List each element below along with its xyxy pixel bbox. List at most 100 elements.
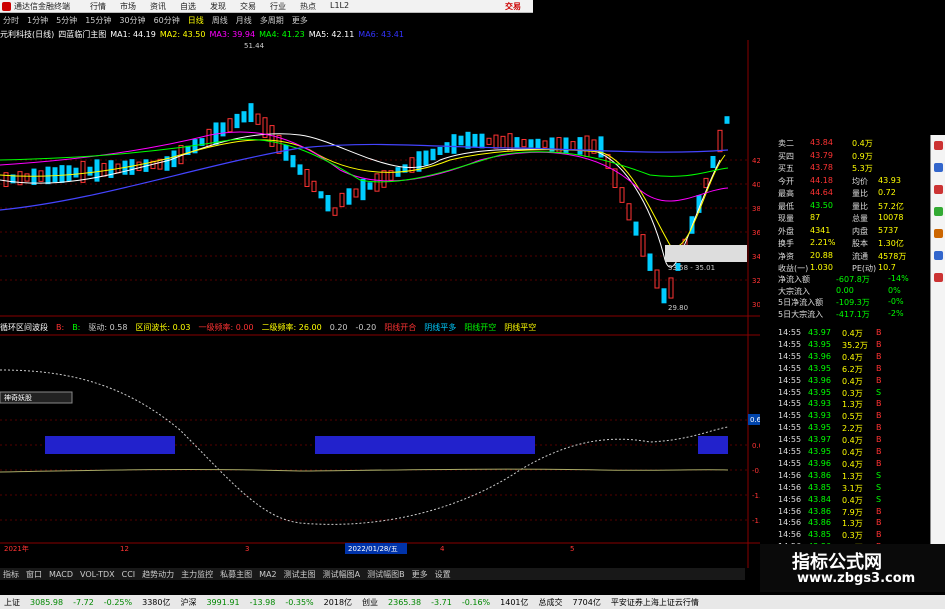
bottom-tab[interactable]: 测试幅图B — [367, 569, 405, 580]
period-tab[interactable]: 周线 — [212, 15, 228, 26]
trade-button[interactable]: 交易 — [505, 1, 521, 12]
bottom-tab[interactable]: CCI — [122, 570, 136, 579]
hs-index-name[interactable]: 沪深 — [180, 597, 196, 608]
period-tab[interactable]: 60分钟 — [154, 15, 180, 26]
osc-tick: -1.50 — [752, 517, 760, 525]
tool-icon[interactable] — [934, 185, 943, 194]
tick-volume: 0.4万 — [842, 459, 863, 469]
indicator-item: 0.20 — [329, 322, 348, 332]
tick-side: S — [876, 494, 882, 504]
cy-index-name[interactable]: 创业 — [362, 597, 378, 608]
menu-item[interactable]: 自选 — [180, 1, 196, 12]
candle — [325, 195, 331, 212]
period-tab[interactable]: 30分钟 — [119, 15, 145, 26]
tick-price: 43.85 — [808, 482, 831, 492]
indicator-item: B: — [72, 322, 81, 332]
watermark: 指标公式网 www.zbgs3.com — [760, 544, 945, 592]
tool-icon[interactable] — [934, 163, 943, 172]
menu-item[interactable]: 行业 — [270, 1, 286, 12]
period-tab[interactable]: 1分钟 — [27, 15, 48, 26]
period-tab[interactable]: 分时 — [3, 15, 19, 26]
period-tab-active[interactable]: 日线 — [188, 15, 204, 26]
main-menu: 行情 市场 资讯 自选 发现 交易 行业 热点 L1L2 — [90, 1, 349, 12]
low-label: 29.80 — [668, 304, 688, 312]
tick-time: 14:55 — [778, 458, 802, 468]
status-bar: 上证 3085.98 -7.72 -0.25% 3380亿 沪深 3991.91… — [0, 595, 945, 609]
bottom-tab[interactable]: 更多 — [412, 569, 428, 580]
tool-icon[interactable] — [934, 141, 943, 150]
bottom-tab[interactable]: 窗口 — [26, 569, 42, 580]
indicator-item: 二级频率: 26.00 — [261, 322, 322, 332]
tick-time: 14:56 — [778, 530, 802, 540]
quote-value: 43.79 — [810, 150, 833, 160]
tool-icon[interactable] — [934, 251, 943, 260]
tick-volume: 35.2万 — [842, 340, 868, 350]
menu-item[interactable]: 资讯 — [150, 1, 166, 12]
menu-item[interactable]: L1L2 — [330, 1, 349, 12]
ma3-value: MA3: 39.94 — [209, 29, 256, 39]
menu-item[interactable]: 发现 — [210, 1, 226, 12]
menu-item[interactable]: 热点 — [300, 1, 316, 12]
bottom-tab[interactable]: 测试主图 — [284, 569, 316, 580]
ma1-line — [0, 133, 721, 268]
bottom-tab[interactable]: 设置 — [435, 569, 451, 580]
cy-volume: 1401亿 — [500, 597, 529, 607]
period-tab[interactable]: 5分钟 — [56, 15, 77, 26]
bottom-tab[interactable]: 指标 — [3, 569, 19, 580]
kline-chart[interactable]: 33.58 - 35.01 51.44 29.80 42.0040.0038.0… — [0, 40, 760, 568]
candle — [570, 141, 576, 151]
bottom-tab[interactable]: VOL-TDX — [80, 570, 115, 579]
x-tick: 4 — [440, 545, 445, 553]
menu-item[interactable]: 交易 — [240, 1, 256, 12]
tick-time: 14:55 — [778, 363, 802, 373]
tool-icon[interactable] — [934, 207, 943, 216]
main-chart-style[interactable]: 四蓝临门主图 — [58, 29, 106, 40]
quote-value2: 1.30亿 — [878, 239, 904, 248]
bottom-tab[interactable]: 主力监控 — [181, 569, 213, 580]
period-tab[interactable]: 月线 — [236, 15, 252, 26]
tick-list[interactable]: 14:55 43.97 0.4万 B 14:55 43.95 35.2万 B 14:55 43.9… — [778, 328, 928, 580]
tick-volume: 0.4万 — [842, 376, 863, 386]
high-label: 51.44 — [244, 42, 265, 50]
box-label: 33.58 - 35.01 — [668, 264, 715, 272]
quote-row: 现量 87 总量 10078 — [778, 213, 928, 225]
tick-volume: 0.3万 — [842, 531, 863, 541]
indicator-tag-label: 神奇妖股 — [4, 393, 32, 402]
sh-index-name[interactable]: 上证 — [4, 597, 20, 608]
bottom-tab[interactable]: 私募主图 — [220, 569, 252, 580]
tick-side: B — [876, 411, 882, 421]
candle — [710, 155, 716, 169]
tool-icon[interactable] — [934, 273, 943, 282]
tick-price: 43.84 — [808, 494, 831, 504]
quote-value: 43.78 — [810, 163, 833, 172]
sh-index: 3085.98 — [30, 597, 64, 607]
tick-side: B — [876, 375, 882, 385]
price-tick: 32.00 — [752, 277, 760, 285]
period-tab[interactable]: 15分钟 — [85, 15, 111, 26]
tick-side: B — [876, 458, 882, 468]
ma2-value: MA2: 43.50 — [159, 29, 206, 39]
quote-value: 44.18 — [810, 175, 833, 185]
indicator-name[interactable]: 循环区间波段 — [0, 322, 48, 333]
stock-name[interactable]: 元利科技(日线) — [0, 29, 54, 40]
period-bar: 分时 1分钟 5分钟 15分钟 30分钟 60分钟 日线 周线 月线 多周期 更… — [0, 14, 533, 27]
tool-icon[interactable] — [934, 229, 943, 238]
menu-item[interactable]: 行情 — [90, 1, 106, 12]
tick-time: 14:55 — [778, 399, 802, 409]
quote-label2: 均价 — [852, 176, 868, 186]
osc-tick: -1.00 — [752, 492, 760, 500]
sh-pct: -0.25% — [103, 597, 133, 607]
bottom-tab[interactable]: MA2 — [259, 570, 276, 579]
period-tab[interactable]: 更多 — [292, 15, 308, 26]
period-tab[interactable]: 多周期 — [260, 15, 284, 26]
bottom-tab[interactable]: MACD — [49, 570, 73, 579]
x-tick: 12 — [120, 545, 129, 553]
tick-row: 14:55 43.95 0.3万 S — [778, 388, 928, 400]
bottom-tab[interactable]: 趋势动力 — [142, 569, 174, 580]
tick-row: 14:55 43.93 0.5万 B — [778, 411, 928, 423]
tick-time: 14:56 — [778, 494, 802, 504]
bottom-tab[interactable]: 测试幅图A — [323, 569, 360, 580]
menu-item[interactable]: 市场 — [120, 1, 136, 12]
quote-label2: 总量 — [852, 214, 868, 223]
price-tick: 30.00 — [752, 301, 760, 309]
